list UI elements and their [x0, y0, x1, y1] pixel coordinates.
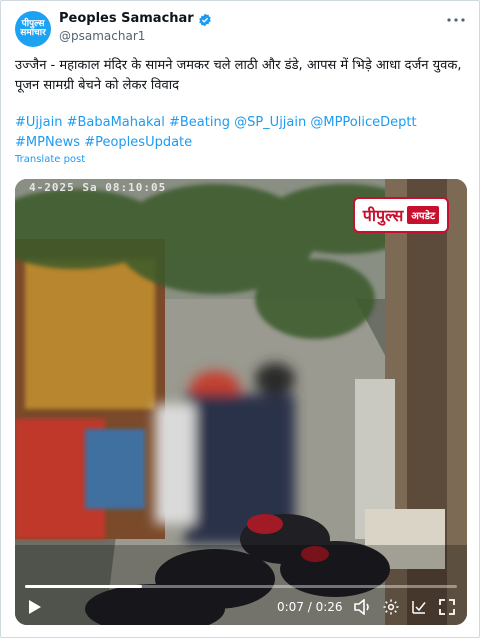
watermark-badge: अपडेट: [407, 206, 439, 224]
progress-fill: [25, 585, 142, 588]
settings-icon[interactable]: [381, 597, 401, 617]
handle[interactable]: @psamachar1: [59, 29, 145, 43]
display-name[interactable]: Peoples Samachar: [59, 11, 194, 26]
captions-icon[interactable]: [409, 597, 429, 617]
tweet-text: उज्जैन - महाकाल मंदिर के सामने जमकर चले …: [15, 58, 462, 93]
name-row: Peoples Samachar: [59, 11, 212, 26]
fullscreen-icon[interactable]: [437, 597, 457, 617]
avatar-text: पीपुल्स समाचार: [20, 19, 46, 38]
progress-bar[interactable]: [25, 585, 457, 588]
more-icon[interactable]: [445, 11, 467, 29]
hashtags[interactable]: #Ujjain #BabaMahakal #Beating @SP_Ujjain…: [15, 113, 467, 153]
play-icon[interactable]: [25, 597, 45, 617]
cctv-timestamp: 4-2025 Sa 08:10:05: [29, 181, 167, 194]
time-display: 0:07 / 0:26: [277, 600, 343, 614]
video-frame: [15, 179, 467, 625]
translate-link[interactable]: Translate post: [15, 154, 85, 165]
verified-icon: [198, 12, 212, 26]
avatar[interactable]: पीपुल्स समाचार: [15, 11, 51, 47]
video-controls: 0:07 / 0:26: [15, 595, 467, 621]
tweet-card: पीपुल्स समाचार Peoples Samachar @psamach…: [0, 0, 480, 638]
watermark-main: पीपुल्स: [362, 206, 404, 225]
channel-watermark: पीपुल्स अपडेट: [354, 199, 447, 231]
video-player[interactable]: 4-2025 Sa 08:10:05 पीपुल्स अपडेट 0:07 / …: [15, 179, 467, 625]
volume-icon[interactable]: [353, 597, 373, 617]
tweet-header: पीपुल्स समाचार Peoples Samachar @psamach…: [15, 9, 467, 49]
